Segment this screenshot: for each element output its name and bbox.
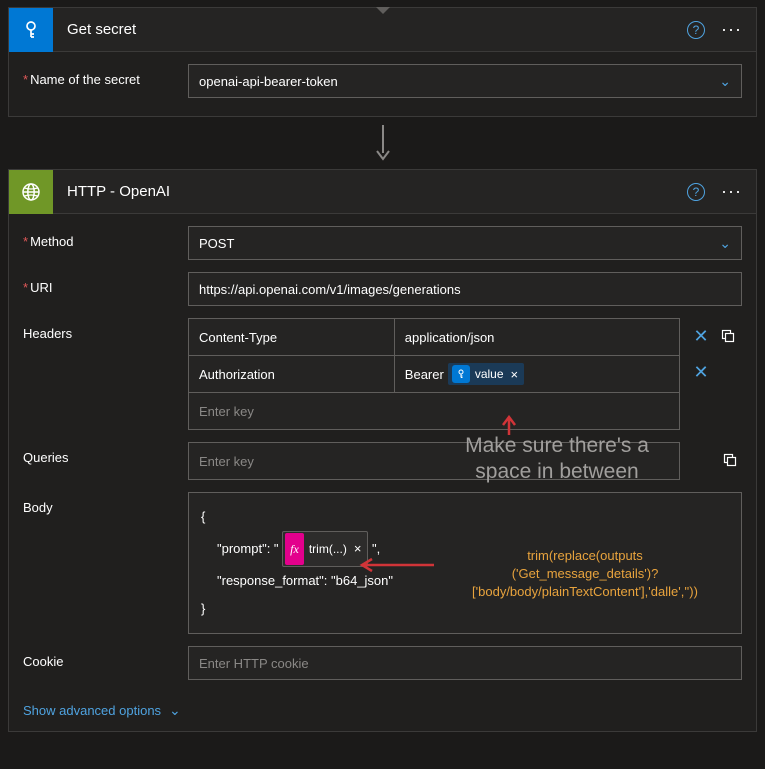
card-title: HTTP - OpenAI — [53, 183, 687, 200]
header-key-input[interactable]: Enter key — [189, 393, 679, 429]
headers-table: Content-Type application/json Authorizat… — [188, 318, 680, 430]
expression-token[interactable]: fx trim(...) × — [282, 531, 368, 567]
queries-table: Enter key — [188, 442, 680, 480]
collapse-triangle-icon — [376, 7, 390, 14]
help-icon[interactable]: ? — [687, 183, 705, 201]
card-header[interactable]: HTTP - OpenAI ? ··· — [9, 170, 756, 214]
body-label: Body — [23, 492, 188, 515]
method-select[interactable]: POST ⌄ — [188, 226, 742, 260]
query-row-new: Enter key — [189, 443, 679, 479]
chevron-down-icon: ⌄ — [719, 235, 731, 252]
header-row-new: Enter key — [189, 393, 679, 429]
secret-name-label: Name of the secret — [23, 64, 188, 98]
cookie-input[interactable]: Enter HTTP cookie — [188, 646, 742, 680]
show-advanced-link[interactable]: Show advanced options ⌄ — [9, 698, 181, 719]
switch-mode-button[interactable] — [716, 324, 740, 348]
http-icon — [9, 170, 53, 214]
header-value-input[interactable]: application/json — [395, 319, 679, 355]
more-icon[interactable]: ··· — [721, 181, 742, 202]
fx-icon: fx — [285, 533, 304, 565]
header-key-input[interactable]: Authorization — [189, 356, 395, 392]
flow-arrow — [0, 124, 765, 162]
query-key-input[interactable]: Enter key — [189, 443, 679, 479]
more-icon[interactable]: ··· — [721, 19, 742, 40]
header-value-input[interactable]: Bearer value × — [395, 356, 679, 392]
header-key-input[interactable]: Content-Type — [189, 319, 395, 355]
switch-mode-button[interactable] — [718, 448, 742, 472]
remove-header-button[interactable]: ✕ — [686, 354, 716, 390]
cookie-label: Cookie — [23, 646, 188, 680]
uri-label: URI — [23, 272, 188, 306]
method-label: Method — [23, 226, 188, 260]
headers-label: Headers — [23, 318, 188, 341]
keyvault-icon — [9, 8, 53, 52]
chevron-down-icon: ⌄ — [719, 73, 731, 90]
remove-token-icon[interactable]: × — [511, 367, 519, 382]
remove-header-button[interactable]: ✕ — [686, 318, 716, 354]
keyvault-icon — [452, 365, 470, 383]
chevron-down-icon: ⌄ — [169, 702, 181, 719]
dynamic-token-value[interactable]: value × — [448, 363, 524, 385]
card-title: Get secret — [53, 21, 687, 38]
header-row: Authorization Bearer value × — [189, 356, 679, 393]
remove-token-icon[interactable]: × — [354, 535, 362, 563]
header-row: Content-Type application/json — [189, 319, 679, 356]
body-input[interactable]: { "prompt": " fx trim(...) × ", "respons… — [188, 492, 742, 634]
queries-label: Queries — [23, 442, 188, 465]
secret-name-select[interactable]: openai-api-bearer-token ⌄ — [188, 64, 742, 98]
action-card-get-secret: Get secret ? ··· Name of the secret open… — [8, 7, 757, 117]
action-card-http: HTTP - OpenAI ? ··· Method POST ⌄ URI ht… — [8, 169, 757, 732]
uri-input[interactable]: https://api.openai.com/v1/images/generat… — [188, 272, 742, 306]
card-header[interactable]: Get secret ? ··· — [9, 8, 756, 52]
help-icon[interactable]: ? — [687, 21, 705, 39]
